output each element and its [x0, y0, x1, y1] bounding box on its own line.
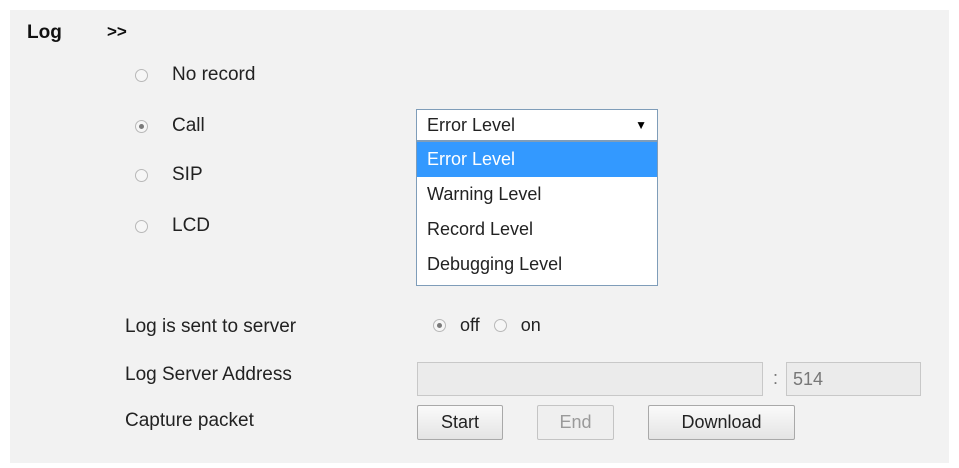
end-button[interactable]: End: [537, 405, 614, 440]
log-level-select[interactable]: Error Level ▼: [416, 109, 658, 141]
radio-off-label: off: [460, 315, 480, 335]
log-server-address-input[interactable]: [417, 362, 763, 396]
option-record-level[interactable]: Record Level: [417, 212, 657, 247]
option-warning-level[interactable]: Warning Level: [417, 177, 657, 212]
radio-sip[interactable]: SIP: [135, 164, 203, 186]
radio-lcd[interactable]: LCD: [135, 215, 210, 237]
option-debugging-level[interactable]: Debugging Level: [417, 247, 657, 282]
radio-off-icon[interactable]: [433, 319, 446, 332]
option-error-level[interactable]: Error Level: [417, 142, 657, 177]
radio-call[interactable]: Call: [135, 115, 205, 137]
radio-icon[interactable]: [135, 68, 148, 82]
log-server-address-label: Log Server Address: [125, 364, 292, 385]
radio-icon[interactable]: [135, 219, 148, 233]
radio-icon[interactable]: [135, 119, 148, 133]
dropdown-arrow-icon[interactable]: ▼: [635, 118, 647, 132]
radio-no-record[interactable]: No record: [135, 64, 255, 86]
log-server-port-input[interactable]: 514: [786, 362, 921, 396]
radio-label: LCD: [172, 215, 211, 236]
log-server-send-label: Log is sent to server: [125, 316, 297, 337]
radio-icon[interactable]: [135, 168, 148, 182]
radio-on-icon[interactable]: [493, 319, 507, 332]
download-button[interactable]: Download: [648, 405, 795, 440]
start-button[interactable]: Start: [417, 405, 503, 440]
port-separator: :: [773, 368, 779, 388]
radio-label: SIP: [172, 164, 203, 185]
radio-label: No record: [172, 64, 256, 85]
radio-on-label: on: [520, 315, 541, 335]
section-title: Log: [27, 22, 62, 43]
capture-packet-label: Capture packet: [125, 410, 254, 431]
log-level-dropdown: Error Level Warning Level Record Level D…: [416, 141, 658, 286]
expand-arrows[interactable]: >>: [107, 22, 127, 42]
radio-label: Call: [172, 115, 205, 136]
select-value: Error Level: [427, 114, 516, 135]
log-server-send-radios: off on: [433, 315, 555, 336]
